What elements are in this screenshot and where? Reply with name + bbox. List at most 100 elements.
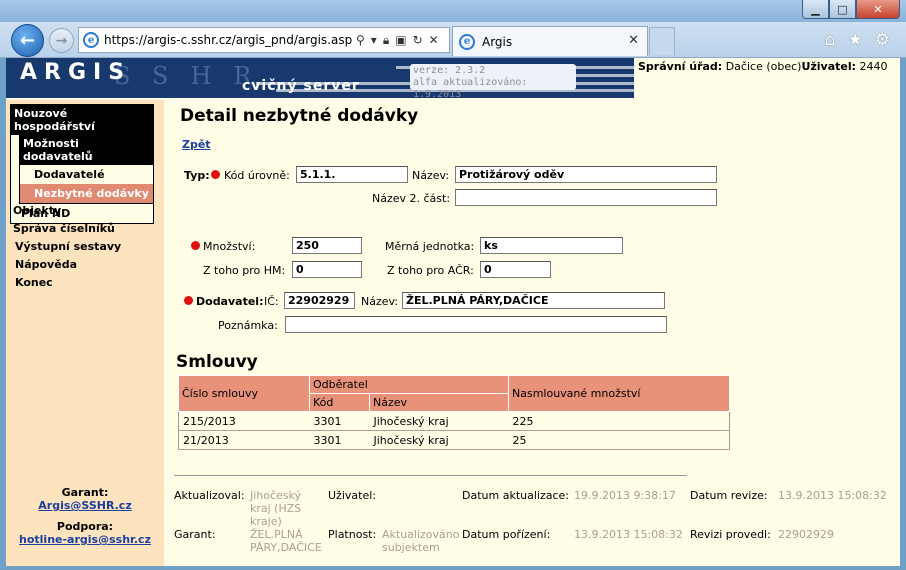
close-window-button[interactable]: ✕	[856, 0, 900, 19]
updated-text: alfa aktualizováno: 1.9.2013	[413, 77, 528, 98]
lock-icon[interactable]: 🔒︎	[383, 33, 389, 48]
dropdown-icon[interactable]: ▾	[371, 33, 377, 48]
dodavatel-label: Dodavatel:	[196, 295, 264, 308]
page-content: SSHR ARGIS cvičný server verze: 2.3.2 al…	[6, 58, 900, 566]
ic-field[interactable]: 22902929	[284, 292, 355, 309]
datum-revize-label: Datum revize:	[690, 489, 768, 502]
col-kod: Kód	[309, 393, 370, 412]
uzivatel-label: Uživatel:	[328, 489, 376, 502]
nazev-field[interactable]: Protižárový oděv	[455, 166, 717, 183]
acr-field[interactable]: 0	[480, 261, 551, 278]
hm-label: Z toho pro HM:	[203, 264, 286, 277]
page-title: Detail nezbytné dodávky	[180, 106, 419, 126]
version-box: verze: 2.3.2 alfa aktualizováno: 1.9.201…	[410, 64, 576, 98]
tab-ie-icon: e	[459, 33, 475, 50]
user-value: 2440	[859, 60, 888, 73]
home-icon[interactable]: ⌂	[825, 30, 836, 50]
header-banner: SSHR ARGIS cvičný server verze: 2.3.2 al…	[6, 58, 634, 98]
cell-nazev: Jihočeský kraj	[369, 411, 509, 431]
table-row[interactable]: 21/2013 3301 Jihočeský kraj 25	[178, 430, 730, 450]
datum-porizeni-label: Datum pořízení:	[462, 528, 551, 541]
browser-toolbar: ← → e https://argis-c.sshr.cz/argis_pnd/…	[0, 22, 906, 58]
datum-aktualizace-label: Datum aktualizace:	[462, 489, 569, 502]
argis-logo: ARGIS	[20, 60, 132, 85]
hm-field[interactable]: 0	[292, 261, 362, 278]
back-link[interactable]: Zpět	[182, 138, 211, 151]
garant-email-link[interactable]: Argis@SSHR.cz	[38, 499, 131, 512]
garant-footer-label: Garant:	[174, 528, 216, 541]
datum-revize-value: 13.9.2013 15:08:32	[778, 489, 887, 502]
sidebar-item-sprava-ciselniku[interactable]: Správa číselníků	[13, 222, 115, 235]
office-label: Správní úřad:	[638, 60, 723, 73]
cell-nazev: Jihočeský kraj	[369, 430, 509, 450]
browser-tab[interactable]: e Argis ✕	[452, 26, 648, 56]
aktualizoval-value: Jihočeský kraj (HZS kraje)	[250, 489, 302, 528]
sidebar-item-objekty[interactable]: Objekty	[13, 204, 61, 217]
col-odberatel: Odběratel	[309, 375, 509, 394]
cell-kod: 3301	[309, 430, 370, 450]
tab-close-icon[interactable]: ✕	[628, 33, 639, 48]
merna-jednotka-field[interactable]: ks	[480, 237, 623, 254]
sidebar-item-dodavatele[interactable]: Dodavatelé	[20, 165, 153, 184]
sidebar-item-konec[interactable]: Konec	[15, 276, 53, 289]
required-dot-icon	[191, 241, 200, 250]
sidebar-item-vystupni-sestavy[interactable]: Výstupní sestavy	[15, 240, 121, 253]
favorites-star-icon[interactable]: ★	[848, 30, 863, 50]
revizi-provedl-value: 22902929	[778, 528, 834, 541]
submenu-moznosti: Možnosti dodavatelů Dodavatelé Nezbytné …	[19, 135, 153, 204]
refresh-icon[interactable]: ↻	[413, 33, 423, 48]
nazev-label: Název:	[412, 169, 450, 182]
sidebar-item-nezbytne-dodavky[interactable]: Nezbytné dodávky	[20, 184, 153, 203]
dodavatel-nazev-label: Název:	[361, 295, 399, 308]
acr-label: Z toho pro AČR:	[387, 264, 474, 277]
cell-mnozstvi: 25	[508, 430, 730, 450]
sidebar-item-napoveda[interactable]: Nápověda	[15, 258, 77, 271]
garant-label: Garant:	[61, 486, 109, 499]
cell-kod: 3301	[309, 411, 370, 431]
forward-arrow-icon[interactable]: →	[49, 28, 74, 53]
poznamka-label: Poznámka:	[218, 319, 278, 332]
contracts-heading: Smlouvy	[176, 352, 258, 372]
merna-jednotka-label: Měrná jednotka:	[385, 240, 475, 253]
sidebar: Nouzové hospodářství Možnosti dodavatelů…	[6, 100, 164, 566]
support-label: Podpora:	[56, 520, 114, 533]
garant-footer-value: ŽEL.PLNÁ PÁRY,DAČICE	[250, 528, 322, 554]
revizi-provedl-label: Revizi provedl:	[690, 528, 771, 541]
url-text[interactable]: https://argis-c.sshr.cz/argis_pnd/argis.…	[104, 33, 352, 47]
address-bar[interactable]: e https://argis-c.sshr.cz/argis_pnd/argi…	[78, 27, 450, 53]
sidebar-section-nouzove[interactable]: Nouzové hospodářství	[11, 105, 153, 135]
new-tab-button[interactable]	[649, 27, 675, 55]
back-arrow-icon[interactable]: ←	[11, 24, 44, 57]
support-email-link[interactable]: hotline-argis@sshr.cz	[19, 533, 151, 546]
datum-aktualizace-value: 19.9.2013 9:38:17	[574, 489, 676, 502]
aktualizoval-label: Aktualizoval:	[174, 489, 245, 502]
nazev2-field[interactable]	[455, 189, 717, 206]
search-icon[interactable]: ⚲	[356, 33, 365, 48]
typ-label: Typ:	[184, 169, 210, 182]
stop-icon[interactable]: ✕	[429, 33, 439, 48]
minimize-button[interactable]: ▁	[802, 0, 829, 19]
required-dot-icon	[184, 296, 193, 305]
user-label: Uživatel:	[801, 60, 857, 73]
cell-cislo: 21/2013	[178, 430, 310, 450]
version-text: verze: 2.3.2	[413, 65, 486, 76]
header-info: Správní úřad: Dačice (obec)Uživatel: 244…	[638, 60, 888, 73]
compat-icon[interactable]: ▣	[395, 33, 406, 48]
platnost-value: Aktualizováno subjektem	[382, 528, 460, 554]
sidebar-submenu-moznosti[interactable]: Možnosti dodavatelů	[20, 135, 153, 165]
mnozstvi-field[interactable]: 250	[292, 237, 362, 254]
poznamka-field[interactable]	[285, 316, 667, 333]
maximize-button[interactable]: □	[829, 0, 856, 19]
col-nasmlouvane-mnozstvi: Nasmlouvané množství	[508, 375, 730, 412]
ic-label: IČ:	[264, 295, 279, 308]
dodavatel-nazev-field[interactable]: ŽEL.PLNÁ PÁRY,DAČICE	[402, 292, 665, 309]
kod-urovne-label: Kód úrovně:	[224, 169, 290, 182]
cell-mnozstvi: 225	[508, 411, 730, 431]
settings-gear-icon[interactable]: ⚙	[875, 30, 890, 50]
kod-urovne-field[interactable]: 5.1.1.	[296, 166, 408, 183]
required-dot-icon	[211, 170, 220, 179]
datum-porizeni-value: 13.9.2013 15:08:32	[574, 528, 683, 541]
platnost-label: Platnost:	[328, 528, 377, 541]
divider	[174, 475, 687, 476]
table-row[interactable]: 215/2013 3301 Jihočeský kraj 225	[178, 411, 730, 431]
